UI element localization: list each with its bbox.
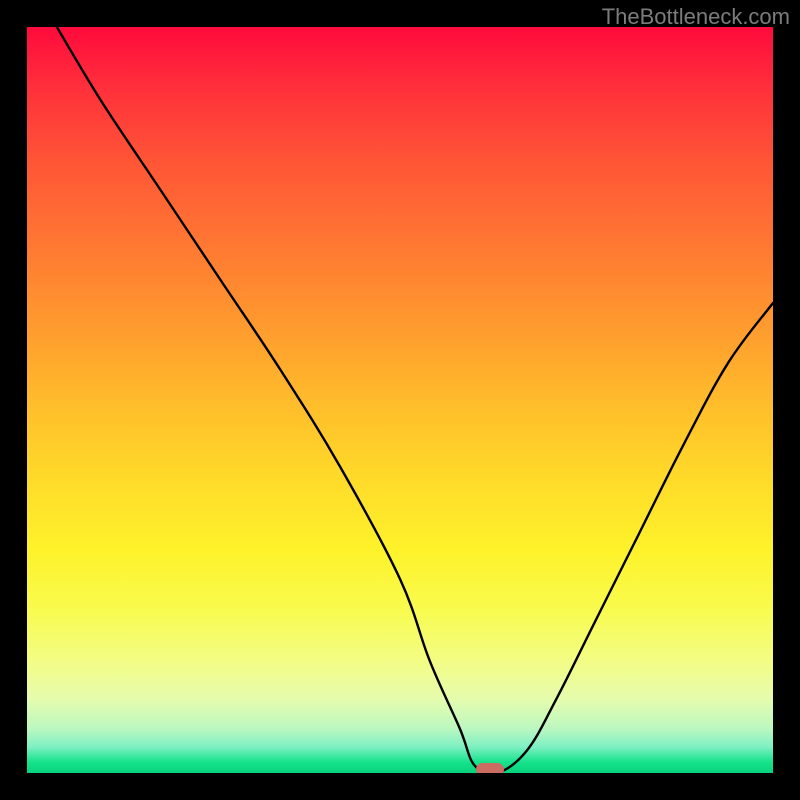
optimal-point-marker (476, 763, 504, 773)
curve-svg (27, 27, 773, 773)
attribution-text: TheBottleneck.com (602, 4, 790, 30)
plot-area (27, 27, 773, 773)
bottleneck-curve (57, 27, 773, 773)
